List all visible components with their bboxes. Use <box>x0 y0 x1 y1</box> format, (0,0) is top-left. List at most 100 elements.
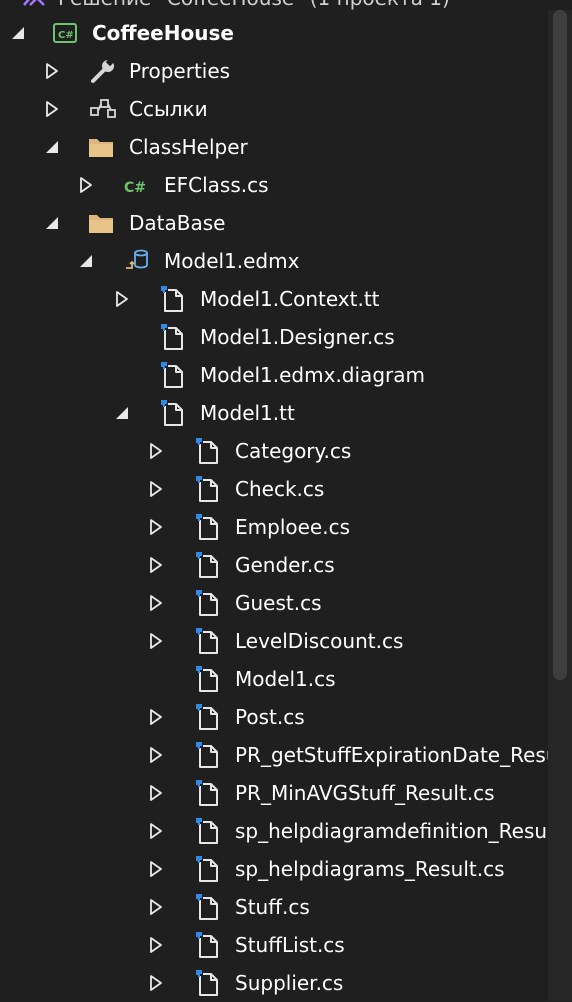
collapsed-arrow-icon[interactable] <box>112 289 132 309</box>
collapsed-arrow-icon[interactable] <box>146 479 166 499</box>
file-label: Check.cs <box>235 477 325 501</box>
designer-cs-label: Model1.Designer.cs <box>200 325 395 349</box>
file-label: Gender.cs <box>235 553 335 577</box>
classhelper-label: ClassHelper <box>129 135 248 159</box>
file-label: Category.cs <box>235 439 352 463</box>
file-label: Post.cs <box>235 705 305 729</box>
linked-file-icon <box>193 512 223 542</box>
tree-item-leveldiscount-cs[interactable]: LevelDiscount.cs <box>0 622 548 660</box>
svg-text:C#: C# <box>58 30 74 41</box>
tree-item-category-cs[interactable]: Category.cs <box>0 432 548 470</box>
expanded-arrow-icon[interactable] <box>76 251 96 271</box>
tree-item-guest-cs[interactable]: Guest.cs <box>0 584 548 622</box>
folder-icon <box>86 208 116 238</box>
file-label: LevelDiscount.cs <box>235 629 404 653</box>
tree-item-references[interactable]: Ссылки <box>0 90 548 128</box>
collapsed-arrow-icon[interactable] <box>76 175 96 195</box>
tree-item-post-cs[interactable]: Post.cs <box>0 698 548 736</box>
file-label: sp_helpdiagramdefinition_Result.cs <box>235 819 548 843</box>
linked-file-icon <box>158 398 188 428</box>
file-label: PR_MinAVGStuff_Result.cs <box>235 781 495 805</box>
linked-file-icon <box>193 854 223 884</box>
tree-item-database[interactable]: DataBase <box>0 204 548 242</box>
tree-item-stuff-cs[interactable]: Stuff.cs <box>0 888 548 926</box>
file-label: Stuff.cs <box>235 895 310 919</box>
edmx-diagram-label: Model1.edmx.diagram <box>200 363 425 387</box>
file-label: Supplier.cs <box>235 971 344 995</box>
collapsed-arrow-icon[interactable] <box>146 555 166 575</box>
collapsed-arrow-icon[interactable] <box>146 707 166 727</box>
tree-item-stufflist-cs[interactable]: StuffList.cs <box>0 926 548 964</box>
solution-icon <box>22 0 46 10</box>
file-label: Model1.cs <box>235 667 336 691</box>
collapsed-arrow-icon[interactable] <box>146 897 166 917</box>
linked-file-icon <box>193 816 223 846</box>
tree-item-efclass[interactable]: EFClass.cs <box>0 166 548 204</box>
tree-item-supplier-cs[interactable]: Supplier.cs <box>0 964 548 1002</box>
scrollbar-thumb[interactable] <box>553 10 567 680</box>
expanded-arrow-icon[interactable] <box>8 23 28 43</box>
collapsed-arrow-icon[interactable] <box>146 745 166 765</box>
references-label: Ссылки <box>129 97 208 121</box>
linked-file-icon <box>193 740 223 770</box>
collapsed-arrow-icon[interactable] <box>146 593 166 613</box>
tree-item-edmx-diagram[interactable]: Model1.edmx.diagram <box>0 356 548 394</box>
tree-item-properties[interactable]: Properties <box>0 52 548 90</box>
file-label: sp_helpdiagrams_Result.cs <box>235 857 505 881</box>
tree-item-project[interactable]: C# CoffeeHouse <box>0 14 548 52</box>
database-label: DataBase <box>129 211 226 235</box>
csharp-file-icon <box>122 170 152 200</box>
file-label: Emploee.cs <box>235 515 350 539</box>
efclass-label: EFClass.cs <box>164 173 269 197</box>
collapsed-arrow-icon[interactable] <box>42 61 62 81</box>
tree-item-pr-getstuffexpirationdate[interactable]: PR_getStuffExpirationDate_Result.cs <box>0 736 548 774</box>
linked-file-icon <box>193 664 223 694</box>
expanded-arrow-icon[interactable] <box>112 403 132 423</box>
solution-explorer-tree: C# CoffeeHouse Properties Ссылки ClassHe… <box>0 14 548 1001</box>
collapsed-arrow-icon[interactable] <box>146 441 166 461</box>
collapsed-arrow-icon[interactable] <box>42 99 62 119</box>
linked-file-icon <box>193 626 223 656</box>
file-label: PR_getStuffExpirationDate_Result.cs <box>235 743 548 767</box>
expanded-arrow-icon[interactable] <box>42 213 62 233</box>
solution-title-bar: Решение "CoffeeHouse" (1 проекта 1) <box>0 0 548 10</box>
tree-item-check-cs[interactable]: Check.cs <box>0 470 548 508</box>
linked-file-icon <box>193 474 223 504</box>
collapsed-arrow-icon[interactable] <box>146 935 166 955</box>
tree-item-pr-minavgstuff[interactable]: PR_MinAVGStuff_Result.cs <box>0 774 548 812</box>
tree-item-model-tt[interactable]: Model1.tt <box>0 394 548 432</box>
linked-file-icon <box>193 968 223 998</box>
collapsed-arrow-icon[interactable] <box>146 517 166 537</box>
tree-item-classhelper[interactable]: ClassHelper <box>0 128 548 166</box>
linked-file-icon <box>158 284 188 314</box>
tree-item-designer-cs[interactable]: Model1.Designer.cs <box>0 318 548 356</box>
collapsed-arrow-icon[interactable] <box>146 821 166 841</box>
tree-item-model1-cs[interactable]: Model1.cs <box>0 660 548 698</box>
collapsed-arrow-icon[interactable] <box>146 783 166 803</box>
context-tt-label: Model1.Context.tt <box>200 287 380 311</box>
tree-item-sp-helpdiagramdefinition[interactable]: sp_helpdiagramdefinition_Result.cs <box>0 812 548 850</box>
vertical-scrollbar[interactable] <box>548 10 572 1001</box>
linked-file-icon <box>193 930 223 960</box>
solution-title: Решение "CoffeeHouse" (1 проекта 1) <box>58 0 450 10</box>
tree-item-sp-helpdiagrams[interactable]: sp_helpdiagrams_Result.cs <box>0 850 548 888</box>
linked-file-icon <box>193 892 223 922</box>
linked-file-icon <box>158 360 188 390</box>
collapsed-arrow-icon[interactable] <box>146 973 166 993</box>
file-label: Guest.cs <box>235 591 322 615</box>
file-label: StuffList.cs <box>235 933 345 957</box>
linked-file-icon <box>193 778 223 808</box>
linked-file-icon <box>158 322 188 352</box>
database-file-icon <box>126 249 148 269</box>
tree-item-emploee-cs[interactable]: Emploee.cs <box>0 508 548 546</box>
collapsed-arrow-icon[interactable] <box>146 859 166 879</box>
wrench-icon <box>91 57 115 83</box>
tree-item-model-edmx[interactable]: Model1.edmx <box>0 242 548 280</box>
tree-item-context-tt[interactable]: Model1.Context.tt <box>0 280 548 318</box>
expanded-arrow-icon[interactable] <box>42 137 62 157</box>
collapsed-arrow-icon[interactable] <box>146 631 166 651</box>
folder-icon <box>86 132 116 162</box>
properties-label: Properties <box>129 59 231 83</box>
tree-item-gender-cs[interactable]: Gender.cs <box>0 546 548 584</box>
linked-file-icon <box>193 436 223 466</box>
